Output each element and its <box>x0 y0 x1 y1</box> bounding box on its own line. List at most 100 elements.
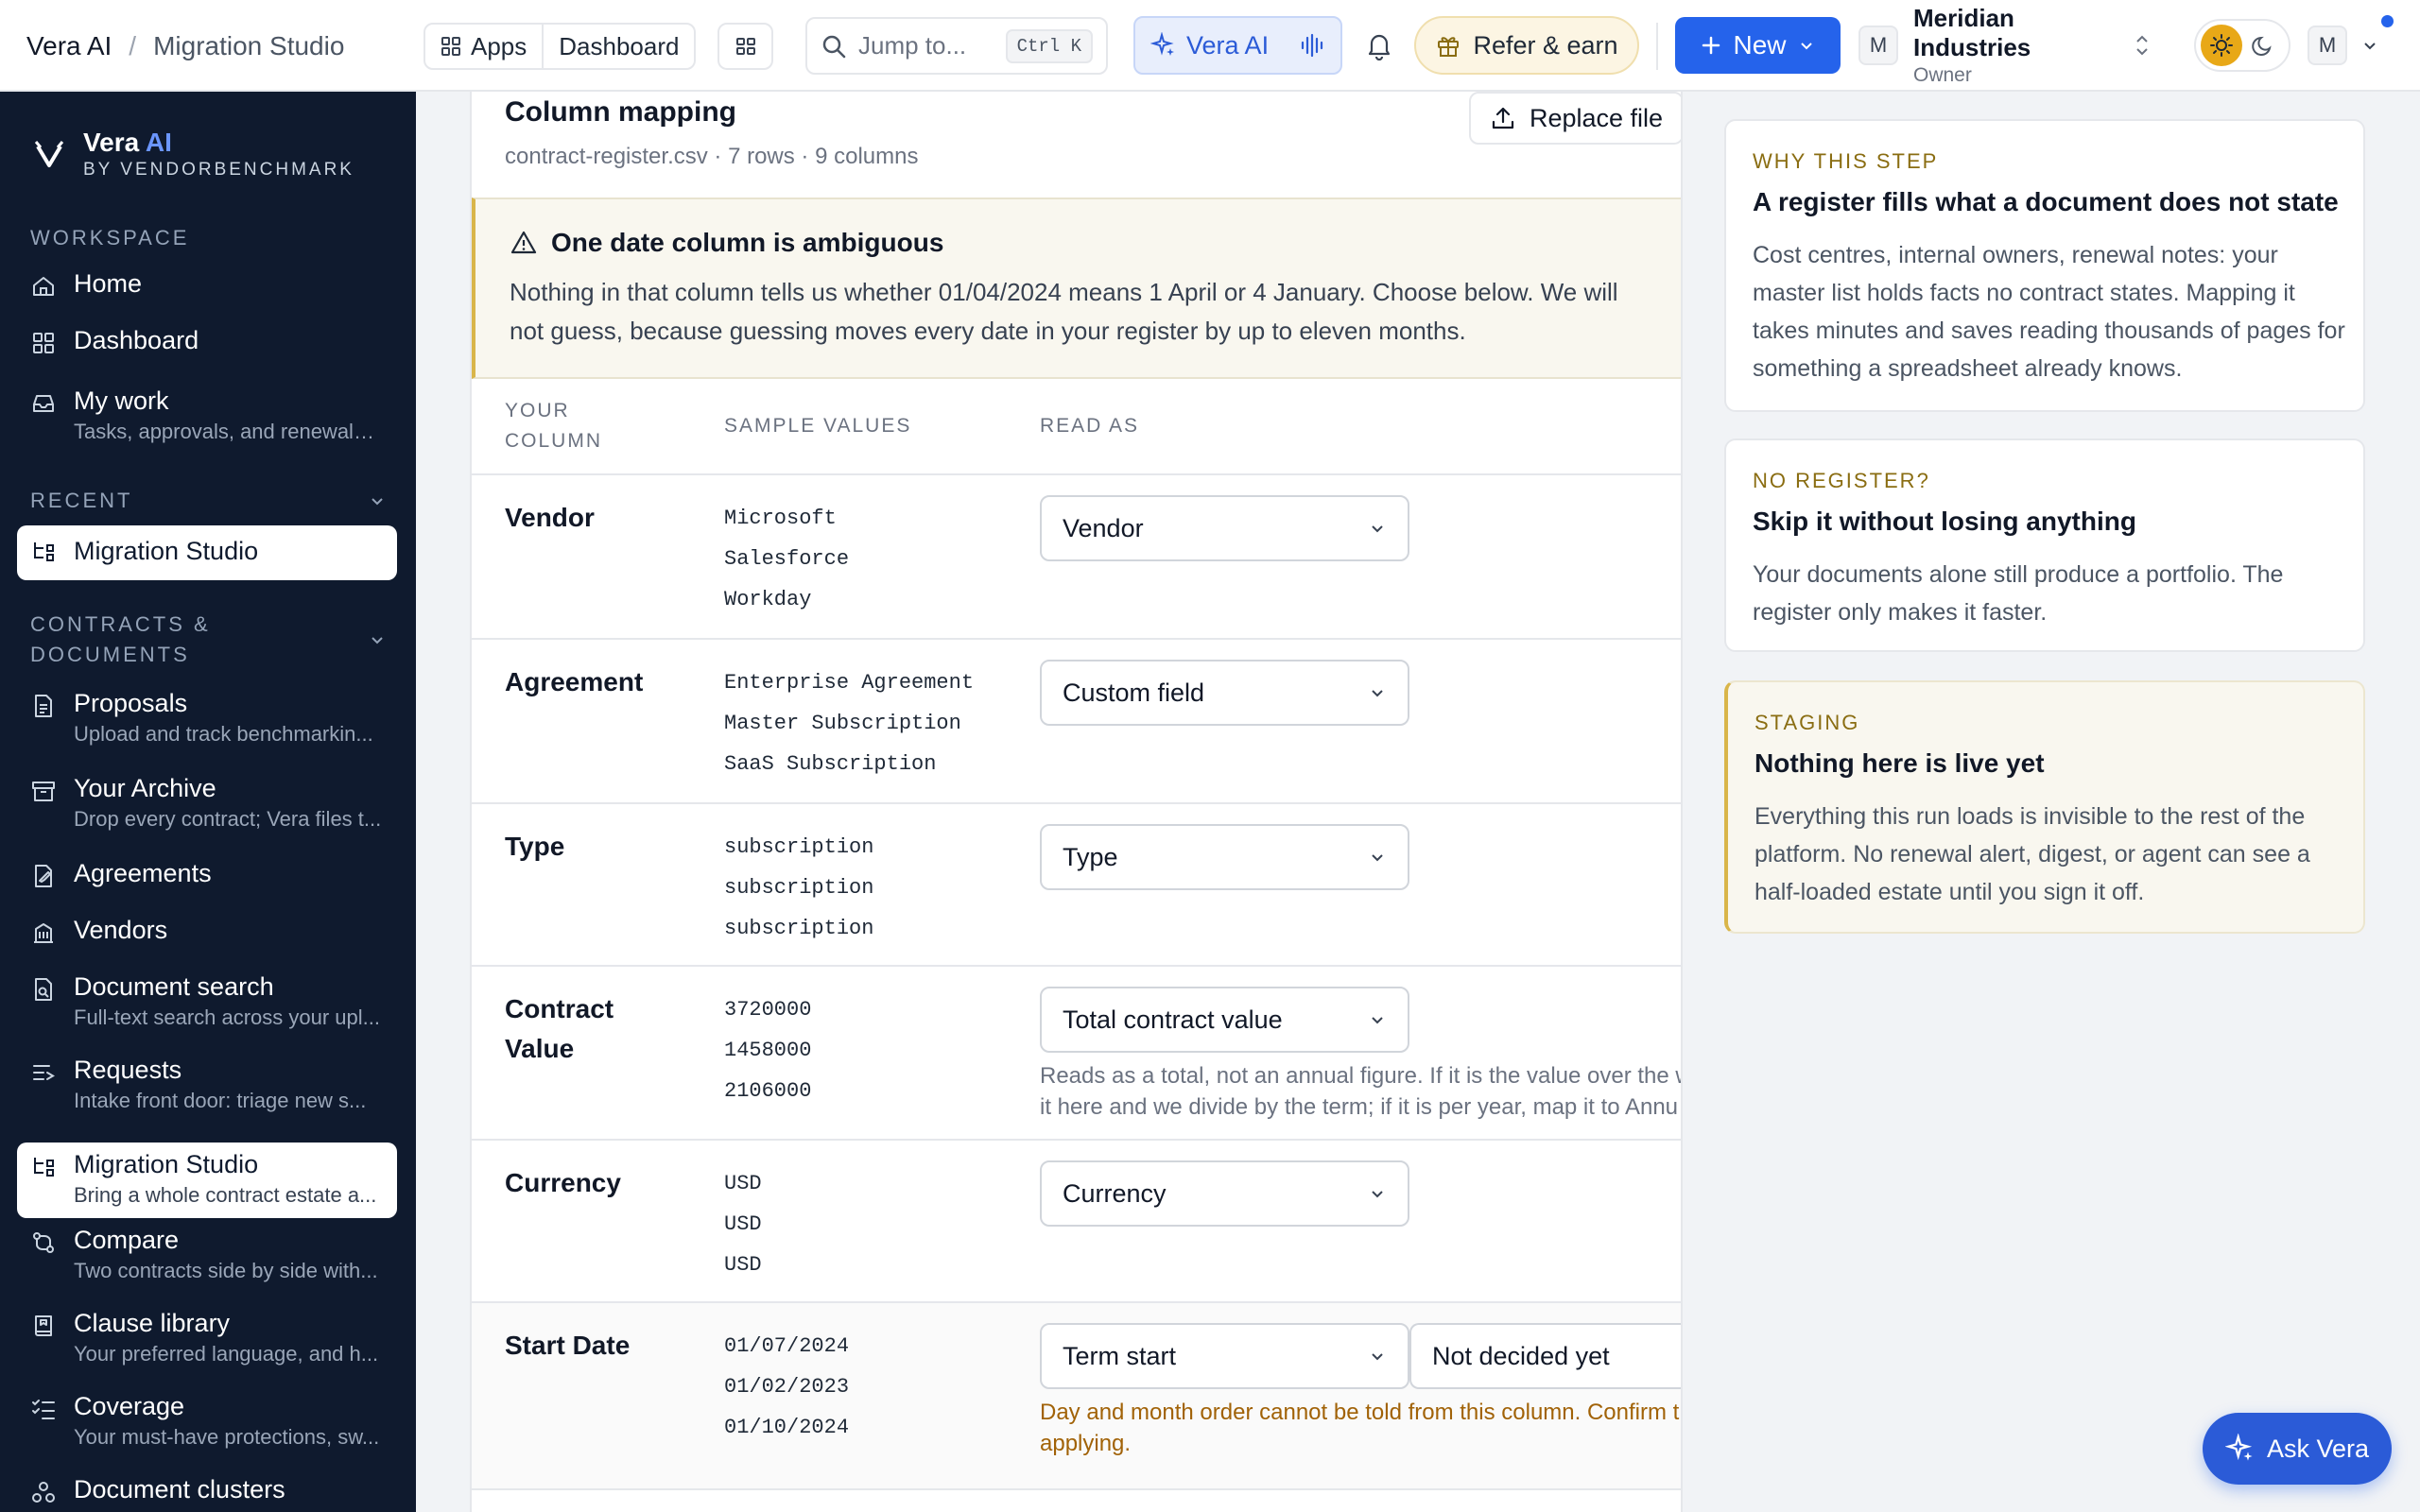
table-row: Currency USD USD USD Currency <box>472 1141 1681 1303</box>
breadcrumb-separator: / <box>129 30 137 60</box>
org-avatar: M <box>1858 26 1898 65</box>
sidebar-item-description: Tasks, approvals, and renewals ... <box>74 420 384 443</box>
replace-file-button[interactable]: Replace file <box>1469 92 1681 145</box>
card-label: STAGING <box>1754 711 1860 734</box>
vera-ai-label: Vera AI <box>1186 30 1270 60</box>
sidebar-item-requests[interactable]: Requests Intake front door: triage new s.… <box>17 1056 397 1125</box>
sidebar-item-label: Vendors <box>74 916 168 944</box>
sidebar-item-vendors[interactable]: Vendors <box>17 916 397 959</box>
org-role: Owner <box>1913 64 1972 86</box>
sidebar-item-clause-library[interactable]: Clause library Your preferred language, a… <box>17 1309 397 1379</box>
sidebar-item-compare[interactable]: Compare Two contracts side by side with..… <box>17 1226 397 1296</box>
clusters-icon <box>32 1482 55 1503</box>
sidebar-item-dashboard[interactable]: Dashboard <box>17 326 397 369</box>
checklist-icon <box>32 1400 55 1419</box>
sidebar-item-coverage[interactable]: Coverage Your must-have protections, sw..… <box>17 1392 397 1462</box>
sidebar-item-agreements[interactable]: Agreements <box>17 859 397 902</box>
sun-icon[interactable] <box>2201 25 2242 66</box>
layout-switch-button[interactable] <box>717 23 773 70</box>
new-button[interactable]: New <box>1675 17 1841 74</box>
agreement-icon <box>35 865 52 887</box>
chevron-down-icon <box>1372 854 1383 862</box>
why-this-step-card: WHY THIS STEP A register fills what a do… <box>1724 119 2365 412</box>
sidebar-item-label: Document clusters <box>74 1475 285 1503</box>
warning-body: Nothing in that column tells us whether … <box>510 278 1618 345</box>
table-row: Agreement Enterprise Agreement Master Sub… <box>472 640 1681 804</box>
read-as-select[interactable]: Total contract value <box>1040 987 1409 1053</box>
sidebar-item-my-work[interactable]: My work Tasks, approvals, and renewals ..… <box>17 387 397 453</box>
brand[interactable]: Vera AI BY VENDORBENCHMARK <box>32 128 354 180</box>
sidebar-item-description: Upload and track benchmarkin... <box>74 722 373 746</box>
table-row: Type subscription subscription subscriptio… <box>472 804 1681 967</box>
organization-switcher[interactable]: M Meridian Industries Owner <box>1858 4 2152 86</box>
sidebar-item-document-clusters[interactable]: Document clusters <box>17 1475 397 1512</box>
read-as-select[interactable]: Type <box>1040 824 1409 890</box>
breadcrumb: Vera AI / Migration Studio <box>26 0 344 92</box>
mapping-table-header: YOUR COLUMN SAMPLE VALUES READ AS <box>472 379 1681 475</box>
sample-values: USD USD USD <box>724 1172 762 1277</box>
sidebar-item-document-search[interactable]: Document search Full-text search across y… <box>17 972 397 1042</box>
sidebar-item-your-archive[interactable]: Your Archive Drop every contract; Vera fi… <box>17 774 397 844</box>
card-label: NO REGISTER? <box>1753 469 1930 492</box>
apps-label: Apps <box>471 31 527 60</box>
date-format-select[interactable]: Not decided yet <box>1409 1323 1681 1389</box>
building-icon <box>34 923 53 943</box>
vera-logo-icon <box>34 141 64 167</box>
ask-vera-button[interactable]: Ask Vera <box>2203 1413 2392 1485</box>
column-header-sample-values: SAMPLE VALUES <box>724 415 912 437</box>
no-register-card: NO REGISTER? Skip it without losing anyt… <box>1724 438 2365 652</box>
column-name: Contract Value <box>505 994 614 1063</box>
sample-values: 3720000 1458000 2106000 <box>724 998 812 1103</box>
read-as-select[interactable]: Term start <box>1040 1323 1409 1389</box>
recent-section-header[interactable]: RECENT <box>30 489 386 513</box>
column-header-your-column: YOUR COLUMN <box>505 400 603 452</box>
column-name: Agreement <box>505 667 644 696</box>
card-title: A register fills what a document does no… <box>1753 187 2339 216</box>
layout-grid-icon <box>735 38 755 55</box>
brand-ai: AI <box>145 128 172 157</box>
sidebar-item-recent-migration-studio[interactable]: Migration Studio <box>17 525 397 580</box>
replace-file-label: Replace file <box>1529 103 1664 132</box>
card-title: Nothing here is live yet <box>1754 748 2045 778</box>
org-name: Meridian Industries <box>1913 4 2031 61</box>
dashboard-button[interactable]: Dashboard <box>544 25 694 68</box>
contracts-section-header[interactable]: CONTRACTS & DOCUMENTS <box>30 610 386 670</box>
sidebar-item-migration-studio[interactable]: Migration Studio Bring a whole contract e… <box>17 1143 397 1218</box>
sidebar-item-proposals[interactable]: Proposals Upload and track benchmarkin... <box>17 689 397 759</box>
moon-icon[interactable] <box>2242 25 2284 66</box>
migration-icon <box>34 542 54 561</box>
theme-toggle[interactable] <box>2194 19 2290 72</box>
workspace-section-header: WORKSPACE <box>30 226 190 249</box>
migration-icon <box>34 1158 54 1177</box>
page-title: Column mapping <box>505 96 736 128</box>
breadcrumb-root[interactable]: Vera AI <box>26 31 112 61</box>
jump-to-search[interactable]: Jump to... Ctrl K <box>805 17 1108 75</box>
voice-waveform-icon[interactable] <box>1299 32 1325 59</box>
sidebar-item-description: Drop every contract; Vera files t... <box>74 807 382 831</box>
column-header-read-as: READ AS <box>1040 415 1140 437</box>
warning-title: One date column is ambiguous <box>551 228 944 257</box>
chevron-down-icon <box>2364 43 2376 50</box>
read-as-select[interactable]: Vendor <box>1040 495 1409 561</box>
read-as-select[interactable]: Custom field <box>1040 660 1409 726</box>
chevron-down-icon <box>1372 1353 1383 1361</box>
user-menu[interactable]: M <box>2308 21 2402 70</box>
vera-ai-button[interactable]: Vera AI <box>1133 16 1342 75</box>
dashboard-label: Dashboard <box>559 31 680 60</box>
read-as-select[interactable]: Currency <box>1040 1160 1409 1227</box>
chevron-down-icon <box>1372 1017 1383 1024</box>
table-row: Vendor Microsoft Salesforce Workday Vendor <box>472 475 1681 640</box>
sidebar: Vera AI BY VENDORBENCHMARK WORKSPACE Hom… <box>0 92 416 1512</box>
sample-values: subscription subscription subscription <box>724 835 874 940</box>
sidebar-item-label: Dashboard <box>74 326 199 354</box>
search-icon <box>822 35 846 58</box>
sidebar-item-home[interactable]: Home <box>17 269 397 313</box>
apps-button[interactable]: Apps <box>425 25 544 68</box>
card-title: Skip it without losing anything <box>1753 507 2136 536</box>
notifications-button[interactable] <box>1358 25 1400 66</box>
staging-card: STAGING Nothing here is live yet Everyth… <box>1724 680 2365 934</box>
refer-earn-button[interactable]: Refer & earn <box>1414 16 1639 75</box>
card-body: Everything this run loads is invisible t… <box>1754 803 2310 905</box>
sidebar-item-label: Compare <box>74 1226 180 1254</box>
sidebar-item-label: Requests <box>74 1056 182 1084</box>
